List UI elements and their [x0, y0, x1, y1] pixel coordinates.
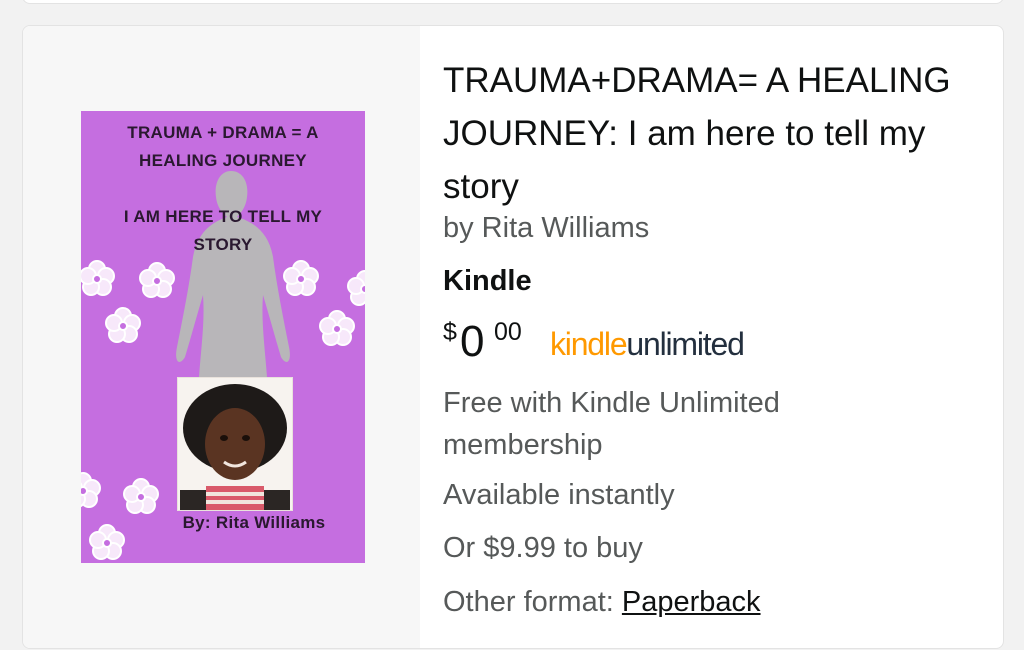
cover-title-text: TRAUMA + DRAMA = A HEALING JOURNEY [127, 123, 319, 170]
book-result-card[interactable]: TRAUMA + DRAMA = A HEALING JOURNEY I AM … [22, 25, 1004, 649]
flower-icon [81, 260, 115, 296]
ku-logo-unlimited: unlimited [626, 326, 744, 362]
buy-price-text: Or $9.99 to buy [443, 532, 643, 564]
flower-icon [105, 307, 141, 343]
flower-icon [319, 310, 355, 346]
image-panel: TRAUMA + DRAMA = A HEALING JOURNEY I AM … [23, 26, 420, 648]
author-byline: by Rita Williams [443, 212, 650, 244]
other-format-row: Other format: Paperback [443, 586, 761, 619]
previous-card [22, 0, 1004, 4]
book-title-link[interactable]: TRAUMA+DRAMA= A HEALING JOURNEY: I am he… [443, 54, 983, 213]
kindle-unlimited-logo: kindleunlimited [550, 326, 745, 363]
flower-icon [81, 472, 101, 508]
flower-icon [123, 478, 159, 514]
other-format-label: Other format: [443, 586, 622, 618]
availability-text: Available instantly [443, 479, 675, 511]
flower-icon [347, 270, 365, 306]
author-photo [177, 377, 293, 511]
flower-icon [283, 260, 319, 296]
flower-icon [89, 524, 125, 560]
woman-silhouette [176, 171, 290, 377]
price-currency: $ [443, 318, 457, 346]
flower-icon [139, 262, 175, 298]
book-cover-image[interactable]: TRAUMA + DRAMA = A HEALING JOURNEY I AM … [81, 111, 365, 563]
ku-free-text: Free with Kindle Unlimited membership [443, 387, 780, 461]
price-fraction: 00 [494, 318, 522, 346]
cover-subtitle-text: I AM HERE TO TELL MY STORY [123, 207, 323, 254]
paperback-link[interactable]: Paperback [622, 586, 761, 618]
price-whole: 0 [460, 317, 485, 366]
price-row: $ 0 00 kindleunlimited [443, 317, 983, 368]
ku-logo-kindle: kindle [550, 326, 628, 362]
cover-author-text: By: Rita Williams [182, 513, 326, 532]
format-label[interactable]: Kindle [443, 265, 532, 298]
